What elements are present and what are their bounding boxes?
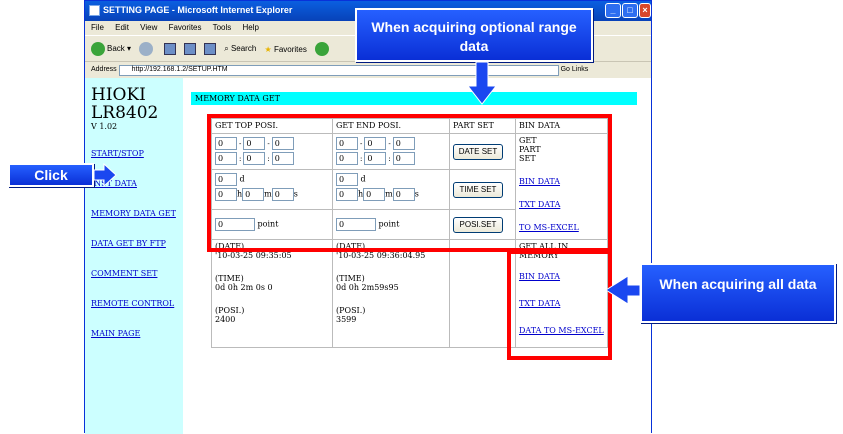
- arrow-left-icon: [605, 275, 641, 305]
- annotation-arrows: [93, 61, 641, 305]
- arrow-down-icon: [466, 61, 498, 105]
- arrow-right-icon: [93, 162, 117, 188]
